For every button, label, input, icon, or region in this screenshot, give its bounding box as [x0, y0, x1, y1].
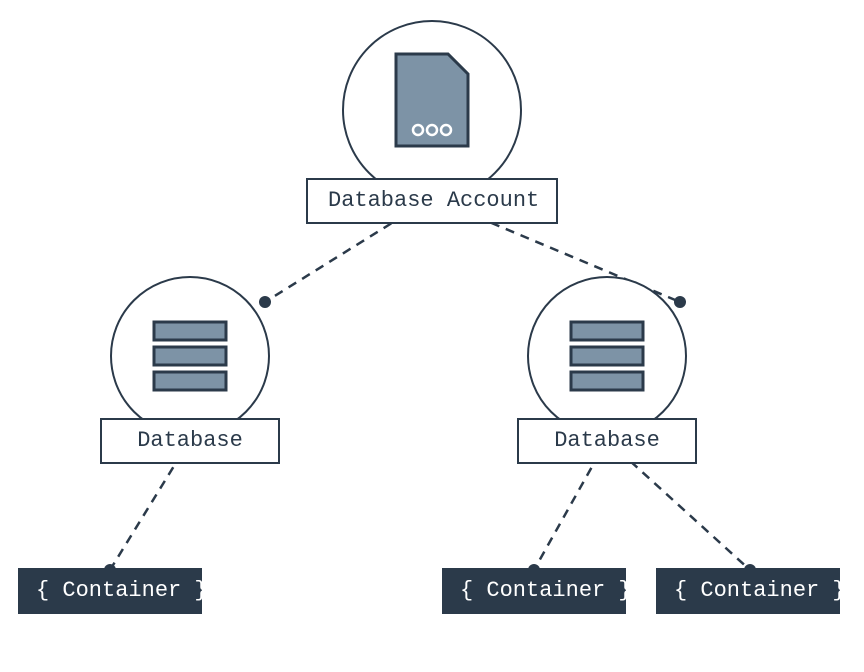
container-box: { Container } — [18, 568, 202, 614]
container-label: { Container } — [674, 578, 846, 603]
container-box: { Container } — [656, 568, 840, 614]
container-label: { Container } — [36, 578, 208, 603]
account-label-box: Database Account — [306, 178, 558, 224]
account-label: Database Account — [328, 188, 539, 213]
container-box: { Container } — [442, 568, 626, 614]
database-label: Database — [554, 428, 660, 453]
database-label-box-left: Database — [100, 418, 280, 464]
document-icon — [392, 50, 472, 150]
database-label: Database — [137, 428, 243, 453]
database-label-box-right: Database — [517, 418, 697, 464]
container-label: { Container } — [460, 578, 632, 603]
diagram-canvas: Database Account Database Database { Con… — [0, 0, 864, 672]
table-icon — [567, 316, 647, 396]
table-icon — [150, 316, 230, 396]
